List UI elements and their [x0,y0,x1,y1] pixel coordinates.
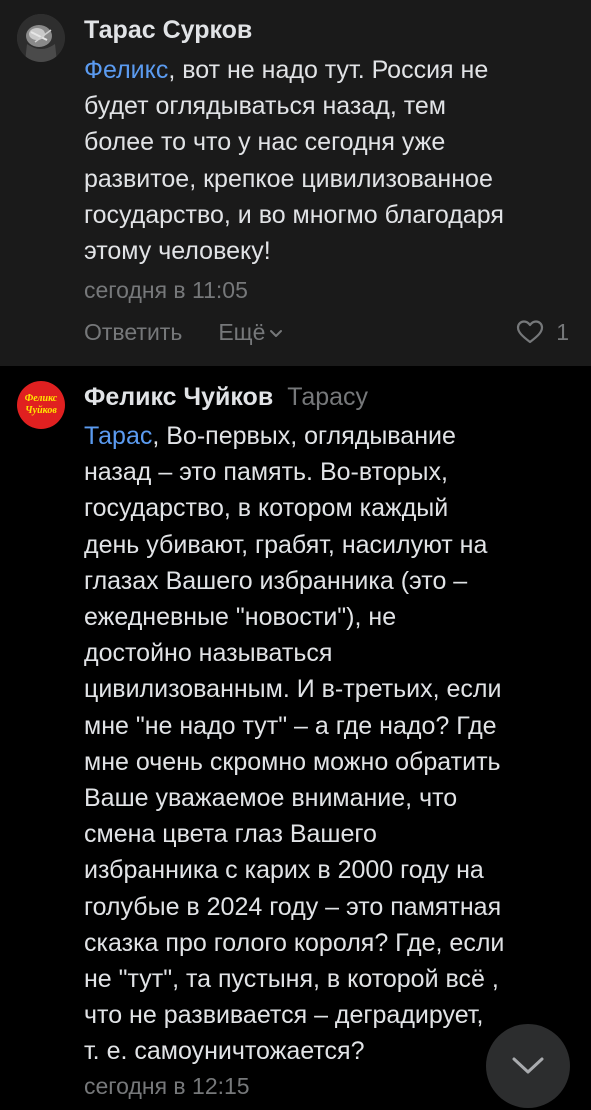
avatar[interactable]: Феликс Чуйков [17,381,65,429]
reply-to-label[interactable]: Тарасу [287,382,368,412]
chevron-down-small-icon [270,330,283,337]
scroll-down-button[interactable] [486,1024,570,1108]
more-button[interactable]: Ещё [218,318,283,346]
comment-text: Тарас, Во-первых, оглядывание назад – эт… [84,418,574,1070]
comment-item: Тарас Сурков Феликс, вот не надо тут. Ро… [0,0,591,366]
comment-timestamp: сегодня в 12:15 [84,1073,250,1099]
reply-label: Ответить [84,319,183,345]
comment-header: Феликс Чуйков Тарасу [84,382,368,412]
avatar-image [17,14,65,62]
comment-timestamp: сегодня в 11:05 [84,277,248,303]
comment-body: , Во-первых, оглядывание назад – это пам… [84,422,505,1066]
avatar[interactable] [17,14,65,62]
avatar-text: Феликс [24,393,58,404]
heart-outline-icon [517,320,544,344]
reply-button[interactable]: Ответить [84,318,182,346]
chevron-down-icon [512,1057,544,1074]
comment-header: Тарас Сурков [84,15,252,45]
author-name[interactable]: Тарас Сурков [84,15,252,45]
like-button[interactable]: 1 [516,318,569,346]
comment-item: Феликс Чуйков Феликс Чуйков Тарасу Тарас… [0,366,591,1110]
comment-actions: Ответить Ещё [84,318,283,346]
mention-link[interactable]: Тарас [84,422,152,450]
mention-link[interactable]: Феликс [84,56,168,84]
like-count: 1 [556,319,569,345]
comment-text: Феликс, вот не надо тут. Россия не будет… [84,52,574,269]
avatar-text: Чуйков [25,405,57,416]
comment-body: , вот не надо тут. Россия не будет огляд… [84,56,504,266]
author-name[interactable]: Феликс Чуйков [84,382,273,412]
more-label: Ещё [218,319,266,345]
